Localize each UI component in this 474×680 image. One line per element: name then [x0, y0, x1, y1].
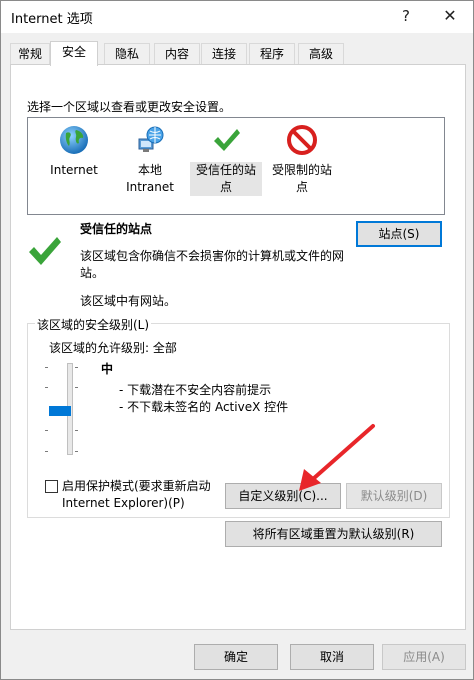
globe-icon: [60, 126, 88, 154]
default-level-button[interactable]: 默认级别(D): [346, 483, 442, 509]
tab-programs[interactable]: 程序: [249, 43, 295, 65]
slider-tick: [75, 367, 78, 368]
tab-general[interactable]: 常规: [10, 43, 50, 65]
zone-trusted-sites-label: 受信任的站 点: [190, 162, 262, 196]
apply-button[interactable]: 应用(A): [382, 644, 466, 670]
security-level-group-label: 该区域的安全级别(L): [35, 316, 152, 333]
zones-intro: 选择一个区域以查看或更改安全设置。: [27, 100, 232, 114]
selected-zone-title: 受信任的站点: [80, 222, 153, 236]
restricted-icon: [287, 125, 317, 155]
level-point: - 下载潜在不安全内容前提示: [119, 383, 272, 397]
cancel-button[interactable]: 取消: [290, 644, 374, 670]
zone-internet-label: Internet: [50, 163, 98, 177]
zone-internet[interactable]: Internet: [38, 118, 110, 182]
zone-local-intranet-label: 本地 Intranet: [126, 163, 174, 194]
zone-trusted-sites[interactable]: 受信任的站 点: [190, 118, 262, 198]
reset-all-zones-button[interactable]: 将所有区域重置为默认级别(R): [225, 521, 442, 547]
zone-restricted-sites[interactable]: 受限制的站 点: [266, 118, 338, 198]
zone-restricted-sites-label: 受限制的站 点: [271, 163, 332, 194]
slider-tick: [75, 430, 78, 431]
ok-button[interactable]: 确定: [194, 644, 278, 670]
slider-tick: [75, 387, 78, 388]
tab-connections[interactable]: 连接: [201, 43, 247, 65]
allowed-level-label: 该区域的允许级别: 全部: [49, 341, 177, 355]
level-point: - 不下载未签名的 ActiveX 控件: [119, 400, 289, 414]
slider-tick: [45, 430, 48, 431]
title-bar: Internet 选项 ? ✕: [1, 1, 473, 33]
tab-security[interactable]: 安全: [50, 41, 98, 66]
selected-zone-note: 该区域中有网站。: [80, 294, 177, 308]
zone-list: Internet 本地 Intranet 受信任的站 点 受限制的站 点: [27, 117, 445, 215]
security-level-name: 中: [101, 362, 114, 376]
tab-advanced[interactable]: 高级: [298, 43, 344, 65]
help-button[interactable]: ?: [383, 1, 429, 33]
window-title: Internet 选项: [11, 12, 93, 27]
intranet-icon: [138, 126, 164, 152]
security-slider-thumb[interactable]: [49, 406, 71, 416]
internet-options-dialog: Internet 选项 ? ✕ 常规 安全 隐私 内容 连接 程序 高级 选择一…: [0, 0, 474, 680]
protected-mode-label: 启用保护模式(要求重新启动 Internet Explorer)(P): [62, 479, 211, 510]
slider-tick: [75, 451, 78, 452]
custom-level-button[interactable]: 自定义级别(C)...: [225, 483, 341, 509]
trusted-check-icon: [29, 237, 61, 265]
tab-content[interactable]: 内容: [154, 43, 200, 65]
security-tab-panel: 选择一个区域以查看或更改安全设置。 Internet 本地 Intranet 受…: [10, 64, 466, 630]
slider-tick: [45, 367, 48, 368]
check-icon: [214, 129, 240, 151]
close-button[interactable]: ✕: [427, 1, 473, 33]
selected-zone-description: 该区域包含你确信不会损害你的计算机或文件的网站。: [80, 249, 345, 280]
sites-button[interactable]: 站点(S): [356, 221, 442, 247]
tab-privacy[interactable]: 隐私: [104, 43, 150, 65]
security-level-description: - 下载潜在不安全内容前提示 - 不下载未签名的 ActiveX 控件: [119, 382, 288, 416]
slider-tick: [45, 387, 48, 388]
protected-mode-checkbox[interactable]: [45, 480, 58, 493]
slider-tick: [45, 451, 48, 452]
zone-local-intranet[interactable]: 本地 Intranet: [114, 118, 186, 198]
